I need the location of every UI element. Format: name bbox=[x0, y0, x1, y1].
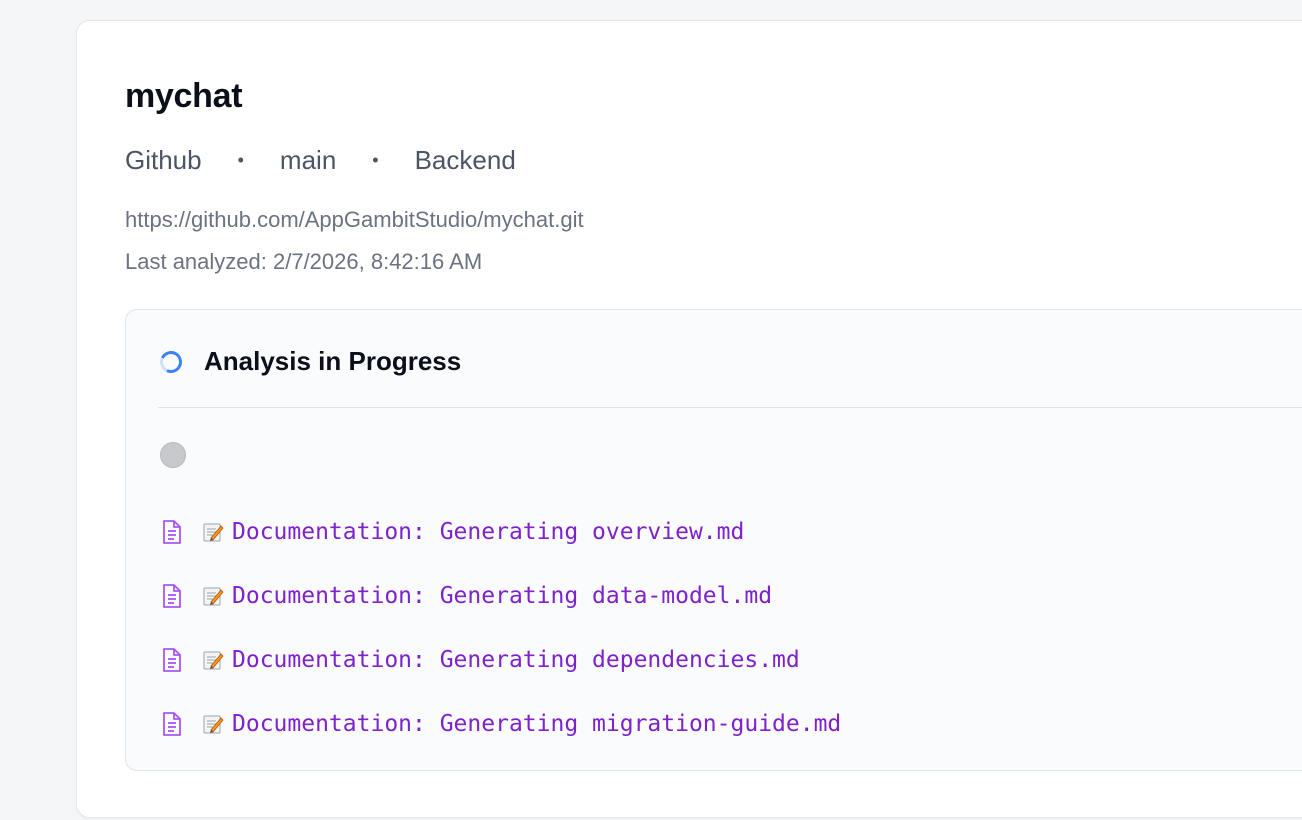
document-icon bbox=[160, 583, 184, 609]
repo-source: Github bbox=[125, 145, 202, 175]
log-message: Documentation: Generating migration-guid… bbox=[232, 711, 842, 737]
memo-icon bbox=[202, 585, 224, 607]
log-item: Documentation: Generating migration-guid… bbox=[160, 692, 841, 756]
log-message: Documentation: Generating overview.md bbox=[232, 519, 745, 545]
log-message: Documentation: Generating dependencies.m… bbox=[232, 647, 800, 673]
document-icon bbox=[160, 647, 184, 673]
log-item: Documentation: Generating data-model.md bbox=[160, 564, 841, 628]
panel-header: Analysis in Progress bbox=[156, 346, 462, 377]
document-icon bbox=[160, 519, 184, 545]
repo-meta: Github • main • Backend bbox=[125, 145, 516, 176]
repo-url: https://github.com/AppGambitStudio/mycha… bbox=[125, 207, 584, 232]
last-analyzed: Last analyzed: 2/7/2026, 8:42:16 AM bbox=[125, 249, 483, 274]
log-item: Documentation: Generating dependencies.m… bbox=[160, 628, 841, 692]
repo-type: Backend bbox=[414, 145, 516, 175]
memo-icon bbox=[202, 521, 224, 543]
document-icon bbox=[160, 711, 184, 737]
memo-icon bbox=[202, 713, 224, 735]
repo-title: mychat bbox=[125, 77, 243, 115]
analysis-progress-panel: Analysis in Progress Documentation: Gene… bbox=[125, 309, 1302, 771]
spinner-icon bbox=[156, 347, 186, 376]
repository-card: mychat Github • main • Backend https://g… bbox=[76, 20, 1302, 818]
meta-separator: • bbox=[237, 150, 244, 170]
pending-status-icon bbox=[160, 442, 186, 468]
analysis-log-list: Documentation: Generating overview.md Do… bbox=[160, 500, 841, 756]
log-message: Documentation: Generating data-model.md bbox=[232, 583, 773, 609]
memo-icon bbox=[202, 649, 224, 671]
meta-separator: • bbox=[372, 150, 379, 170]
repo-branch: main bbox=[279, 145, 337, 175]
log-item: Documentation: Generating overview.md bbox=[160, 500, 841, 564]
panel-title: Analysis in Progress bbox=[204, 346, 462, 376]
panel-divider bbox=[158, 407, 1302, 408]
